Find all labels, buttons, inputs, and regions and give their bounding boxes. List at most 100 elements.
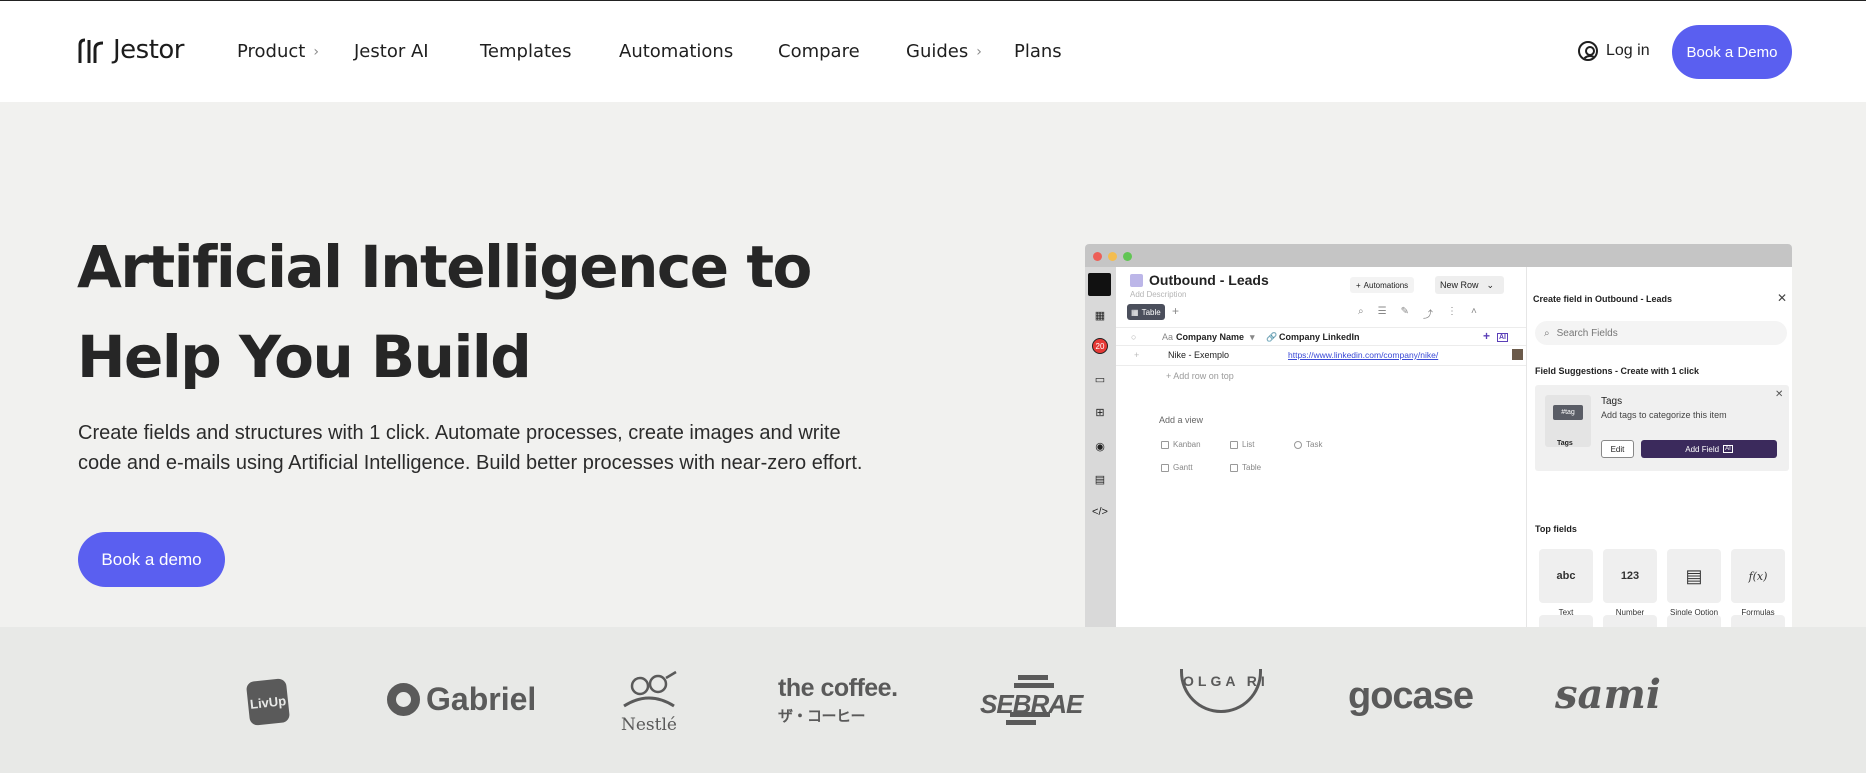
filter-icon[interactable]: ☰ bbox=[1378, 306, 1387, 321]
nav-templates-label: Templates bbox=[480, 41, 572, 62]
logo-text: the coffee. bbox=[778, 674, 898, 702]
view-option-task[interactable]: Task bbox=[1294, 440, 1322, 449]
view-option-label: Gantt bbox=[1173, 463, 1193, 472]
search-fields-input[interactable]: ⌕ Search Fields bbox=[1535, 321, 1787, 345]
create-field-panel: Create field in Outbound - Leads ✕ ⌕ Sea… bbox=[1526, 267, 1792, 627]
field-type-connect[interactable] bbox=[1603, 615, 1657, 627]
database-icon[interactable]: ◉ bbox=[1092, 438, 1108, 454]
avatar bbox=[1512, 349, 1523, 360]
login-link[interactable]: Log in bbox=[1578, 41, 1650, 61]
nav-product[interactable]: Product › bbox=[237, 41, 319, 62]
table-header-row: ○ Aa Company Name ▾ 🔗 Company LinkedIn +… bbox=[1116, 327, 1526, 346]
edit-icon[interactable]: ✎ bbox=[1401, 306, 1409, 321]
close-icon[interactable]: ✕ bbox=[1777, 291, 1787, 305]
app-logo-icon[interactable] bbox=[1088, 273, 1111, 296]
field-type-search[interactable] bbox=[1539, 615, 1593, 627]
formula-icon: f(x) bbox=[1748, 569, 1768, 583]
close-dot-icon bbox=[1093, 252, 1102, 261]
nav-guides[interactable]: Guides › bbox=[906, 41, 982, 62]
field-type-number[interactable]: 123 bbox=[1603, 549, 1657, 603]
chevron-down-icon[interactable]: ▾ bbox=[1250, 332, 1255, 343]
table-row[interactable]: + Nike - Exemplo https://www.linkedin.co… bbox=[1116, 346, 1526, 366]
field-type-formulas[interactable]: f(x) bbox=[1731, 549, 1785, 603]
field-type-text[interactable]: abc bbox=[1539, 549, 1593, 603]
add-a-view-label: Add a view bbox=[1159, 415, 1204, 425]
chat-icon[interactable]: ▭ bbox=[1092, 371, 1108, 387]
nav-guides-label: Guides bbox=[906, 41, 969, 62]
site-header: Jestor Product › Jestor AI Templates Aut… bbox=[0, 1, 1866, 102]
suggestion-description: Add tags to categorize this item bbox=[1601, 410, 1727, 420]
add-description[interactable]: Add Description bbox=[1130, 290, 1186, 299]
chevron-down-icon: ⌄ bbox=[1486, 279, 1495, 290]
app-preview-window: ▦ 20 ▭ ⊞ ◉ ▤ </> Outbound - Leads Add De… bbox=[1085, 244, 1792, 627]
logo-text: Jestor bbox=[113, 35, 185, 65]
olgari-logo: OLGA RI bbox=[1180, 669, 1265, 713]
table-icon: ▦ bbox=[1131, 307, 1139, 317]
tab-table[interactable]: ▦ Table bbox=[1127, 304, 1165, 320]
view-option-label: Task bbox=[1306, 440, 1323, 449]
view-option-table[interactable]: Table bbox=[1230, 463, 1261, 472]
ai-icon[interactable]: AI bbox=[1497, 333, 1508, 342]
column-header-company-name[interactable]: Company Name bbox=[1176, 332, 1244, 342]
field-type-single-option[interactable]: ▤ bbox=[1667, 549, 1721, 603]
search-icon: ⌕ bbox=[1544, 327, 1550, 339]
search-placeholder: Search Fields bbox=[1556, 327, 1618, 339]
tab-table-label: Table bbox=[1141, 307, 1161, 317]
collapse-icon[interactable]: ˄ bbox=[1471, 306, 1477, 321]
nav-plans-label: Plans bbox=[1014, 41, 1062, 62]
layout-icon[interactable]: ▤ bbox=[1092, 471, 1108, 487]
nav-jestor-ai[interactable]: Jestor AI bbox=[354, 41, 429, 62]
dismiss-icon[interactable]: ✕ bbox=[1775, 389, 1783, 400]
client-logos-strip: LivUp Gabriel Nestlé the coffee. ザ・コーヒー … bbox=[0, 627, 1866, 773]
top-fields-title: Top fields bbox=[1535, 524, 1577, 534]
expand-row-icon[interactable]: + bbox=[1134, 350, 1139, 360]
gabriel-mark-icon bbox=[387, 683, 420, 716]
chevron-right-icon: › bbox=[313, 43, 319, 60]
nav-plans[interactable]: Plans bbox=[1014, 41, 1062, 62]
cell-company-name[interactable]: Nike - Exemplo bbox=[1168, 350, 1229, 360]
table-title-text: Outbound - Leads bbox=[1149, 272, 1269, 288]
logo-text: Nestlé bbox=[621, 715, 677, 735]
nav-compare[interactable]: Compare bbox=[778, 41, 860, 62]
nav-templates[interactable]: Templates bbox=[480, 41, 572, 62]
row-select-icon[interactable]: ○ bbox=[1131, 332, 1136, 342]
workflow-icon[interactable]: ⊞ bbox=[1092, 404, 1108, 420]
grid-icon[interactable]: ▦ bbox=[1092, 307, 1108, 323]
new-row-button[interactable]: New Row ⌄ bbox=[1435, 276, 1504, 294]
view-option-label: List bbox=[1242, 440, 1255, 449]
automations-button[interactable]: + Automations bbox=[1350, 277, 1415, 293]
livup-logo: LivUp bbox=[245, 678, 291, 726]
jestor-logo[interactable]: Jestor bbox=[77, 35, 185, 65]
nav-automations[interactable]: Automations bbox=[619, 41, 733, 62]
badge-count: 20 bbox=[1092, 338, 1108, 354]
panel-title: Create field in Outbound - Leads bbox=[1533, 294, 1673, 304]
add-field-label: Add Field bbox=[1685, 444, 1720, 454]
view-option-kanban[interactable]: Kanban bbox=[1161, 440, 1201, 449]
add-view-plus-icon[interactable]: + bbox=[1172, 304, 1179, 318]
suggestion-title: Tags bbox=[1601, 396, 1623, 407]
add-field-button[interactable]: Add Field AI bbox=[1641, 440, 1777, 458]
edit-suggestion-button[interactable]: Edit bbox=[1601, 440, 1634, 458]
code-icon[interactable]: </> bbox=[1092, 504, 1108, 520]
task-icon bbox=[1294, 440, 1302, 449]
plus-icon: + bbox=[1356, 280, 1361, 290]
share-icon[interactable]: ⤴ bbox=[1423, 306, 1433, 321]
field-type-file[interactable] bbox=[1731, 615, 1785, 627]
nav-compare-label: Compare bbox=[778, 41, 860, 62]
add-column-icon[interactable]: + bbox=[1483, 329, 1490, 343]
notifications-badge[interactable]: 20 bbox=[1092, 338, 1108, 354]
view-option-list[interactable]: List bbox=[1230, 440, 1254, 449]
document-icon: ▤ bbox=[1685, 565, 1703, 586]
tag-preview-label: Tags bbox=[1557, 440, 1573, 447]
view-option-gantt[interactable]: Gantt bbox=[1161, 463, 1193, 472]
field-type-user[interactable] bbox=[1667, 615, 1721, 627]
hero-book-demo-button[interactable]: Book a demo bbox=[78, 532, 225, 587]
nestle-logo: Nestlé bbox=[618, 670, 680, 735]
book-a-demo-button[interactable]: Book a Demo bbox=[1672, 25, 1792, 79]
add-row-on-top[interactable]: + Add row on top bbox=[1166, 371, 1234, 381]
login-label: Log in bbox=[1606, 42, 1650, 59]
column-header-company-linkedin[interactable]: Company LinkedIn bbox=[1279, 332, 1360, 342]
search-icon[interactable]: ⌕ bbox=[1358, 306, 1364, 321]
more-icon[interactable]: ⋮ bbox=[1447, 306, 1457, 321]
cell-company-linkedin[interactable]: https://www.linkedin.com/company/nike/ bbox=[1288, 350, 1438, 360]
